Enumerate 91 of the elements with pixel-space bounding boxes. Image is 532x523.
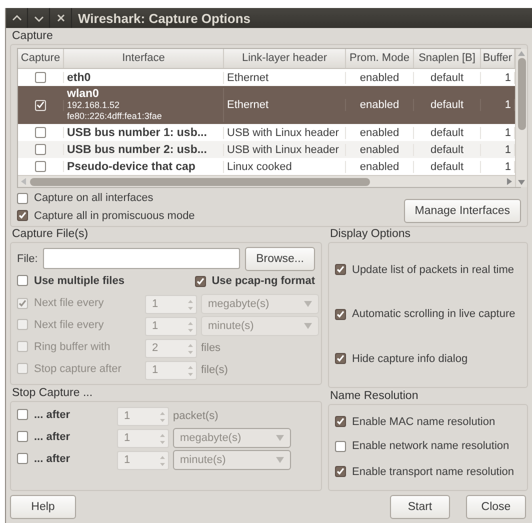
group-title: Name Resolution (329, 390, 420, 403)
table-cell: Ethernet (227, 72, 269, 84)
unit-label: packet(s) (173, 410, 218, 422)
group-title: Stop Capture ... (11, 387, 94, 400)
table-row[interactable]: USB bus number 2: usb... USB with Linux header enabled default 1 (18, 141, 515, 158)
interface-name: USB bus number 1: usb... (67, 126, 208, 138)
table-cell: Ethernet (227, 99, 269, 111)
check-icon (336, 310, 345, 319)
horizontal-scrollbar[interactable] (18, 175, 515, 187)
checkbox[interactable]: Automatic scrolling in live capture (335, 308, 516, 320)
checkbox[interactable]: Enable transport name resolution (335, 466, 514, 478)
dropdown-arrow-icon (276, 457, 284, 463)
interface-name: wlan0 (67, 88, 100, 100)
check-icon (336, 467, 345, 476)
column-header[interactable]: Capture (18, 49, 64, 68)
check-icon (336, 354, 345, 364)
column-header[interactable]: Interface (64, 49, 224, 68)
scroll-left-icon[interactable] (21, 178, 26, 185)
minimize-icon[interactable] (10, 13, 22, 23)
start-button[interactable]: Start (390, 495, 450, 519)
table-row[interactable]: Pseudo-device that cap Linux cooked enabled default 1 (18, 158, 515, 175)
unit-label: files (201, 342, 221, 354)
column-header[interactable]: Snaplen [B] (414, 49, 481, 68)
table-cell: 1 (504, 126, 511, 138)
checkbox[interactable]: Hide capture info dialog (335, 352, 468, 365)
vertical-scrollbar[interactable] (515, 49, 527, 187)
table-row[interactable]: USB bus number 1: usb... USB with Linux header enabled default 1 (18, 124, 515, 141)
browse-button[interactable]: Browse... (245, 246, 315, 270)
scroll-up-icon[interactable] (518, 51, 525, 56)
checkbox[interactable]: ... after (17, 430, 70, 443)
dropdown-arrow-icon (276, 435, 284, 441)
table-cell: enabled (360, 144, 400, 156)
close-icon[interactable] (54, 13, 66, 23)
table-cell: USB with Linux header (227, 126, 339, 138)
check-icon (18, 211, 27, 220)
table-cell: Linux cooked (227, 160, 292, 172)
window-title: Wireshark: Capture Options (78, 10, 251, 26)
table-row[interactable]: eth0 Ethernet enabled default 1 (18, 69, 515, 86)
table-cell: enabled (360, 99, 400, 111)
check-icon (36, 100, 45, 110)
checkbox[interactable] (35, 127, 46, 138)
check-icon (18, 298, 27, 308)
column-header[interactable]: Link-layer header (224, 49, 346, 68)
scroll-right-icon[interactable] (507, 178, 512, 185)
group-title: Capture (11, 30, 54, 43)
table-cell: enabled (360, 126, 400, 138)
dropdown-arrow-icon (304, 301, 312, 307)
checkbox[interactable]: ... after (17, 452, 70, 465)
checkbox[interactable]: Use multiple files (17, 274, 124, 287)
table-cell: default (430, 99, 464, 111)
interface-name: USB bus number 2: usb... (67, 144, 208, 156)
interface-address: fe80::226:4dff:fea1:3fae (67, 111, 163, 122)
table-cell: 1 (504, 160, 511, 172)
checkbox[interactable]: Use pcap-ng format (194, 275, 315, 288)
checkbox[interactable]: Enable network name resolution (335, 440, 510, 452)
column-header[interactable]: Prom. Mode (346, 49, 414, 68)
interface-address: 192.168.1.52 (67, 100, 121, 111)
scroll-down-icon[interactable] (518, 180, 525, 185)
checkbox[interactable]: Update list of packets in real time (335, 264, 514, 276)
table-cell: 1 (504, 99, 511, 111)
checkbox[interactable]: Capture on all interfaces (17, 192, 154, 204)
check-icon (196, 276, 205, 286)
unit-label: file(s) (201, 364, 228, 376)
table-cell: default (430, 72, 464, 84)
table-cell: USB with Linux header (227, 144, 339, 156)
interface-name: Pseudo-device that cap (67, 160, 196, 172)
table-row[interactable]: wlan0 192.168.1.52 fe80::226:4dff:fea1:3fae Ethernet enabled default 1 (18, 86, 515, 124)
checkbox[interactable] (35, 161, 46, 172)
dropdown-arrow-icon (304, 323, 312, 329)
table-cell: enabled (360, 160, 400, 172)
group-title: Capture File(s) (11, 228, 90, 241)
group-title: Display Options (329, 228, 412, 241)
checkbox[interactable]: ... after (17, 408, 70, 421)
table-cell: 1 (504, 72, 511, 84)
table-cell: 1 (504, 144, 511, 156)
table-cell: default (430, 160, 464, 172)
checkbox[interactable] (35, 72, 46, 83)
checkbox[interactable]: Enable MAC name resolution (335, 416, 496, 428)
close-button[interactable]: Close (466, 495, 526, 519)
check-icon (336, 417, 345, 426)
file-label: File: (17, 252, 38, 264)
help-button[interactable]: Help (10, 495, 76, 519)
checkbox[interactable] (35, 144, 46, 155)
check-icon (336, 265, 345, 274)
file-field[interactable] (42, 248, 240, 269)
table-cell: enabled (360, 72, 400, 84)
table-cell: default (430, 126, 464, 138)
table-cell: default (430, 144, 464, 156)
checkbox[interactable]: Capture all in promiscuous mode (17, 210, 195, 222)
interface-name: eth0 (67, 72, 92, 84)
manage-interfaces-button[interactable]: Manage Interfaces (404, 199, 521, 223)
